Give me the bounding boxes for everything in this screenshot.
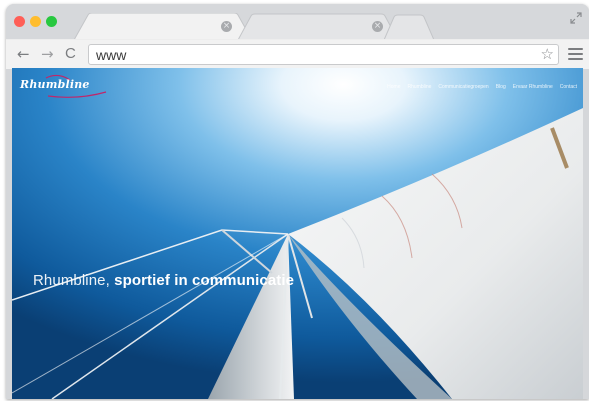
nav-item-contact[interactable]: Contact bbox=[560, 84, 577, 90]
nav-item-rhumbline[interactable]: Rhumbline bbox=[408, 84, 432, 90]
tab-close-icon[interactable]: × bbox=[221, 21, 232, 32]
site-logo[interactable]: Rhumbline bbox=[20, 78, 90, 91]
hero-heading-light: Rhumbline, bbox=[33, 272, 110, 289]
new-tab-button[interactable] bbox=[384, 13, 434, 40]
browser-toolbar: ← → C www ☆ bbox=[6, 39, 589, 69]
back-icon[interactable]: ← bbox=[17, 45, 30, 63]
reload-icon[interactable]: C bbox=[65, 45, 76, 63]
site-navigation: Home Rhumbline Communicatiegroepen Blog … bbox=[387, 84, 577, 90]
tab-inactive[interactable]: × bbox=[238, 13, 398, 40]
nav-item-blog[interactable]: Blog bbox=[496, 84, 506, 90]
nav-item-home[interactable]: Home bbox=[387, 84, 400, 90]
browser-window: × × ← → C www ☆ Rhumbline Home Rhumbline… bbox=[6, 4, 589, 399]
menu-icon[interactable] bbox=[568, 48, 583, 61]
hero-heading-bold: sportief in communicatie bbox=[114, 272, 295, 289]
maximize-window-button[interactable] bbox=[46, 16, 57, 27]
minimize-window-button[interactable] bbox=[30, 16, 41, 27]
forward-icon[interactable]: → bbox=[41, 45, 54, 63]
fullscreen-icon[interactable] bbox=[569, 11, 583, 25]
hero-heading: Rhumbline, sportief in communicatie bbox=[33, 272, 294, 289]
window-controls bbox=[14, 16, 57, 27]
close-window-button[interactable] bbox=[14, 16, 25, 27]
bookmark-star-icon[interactable]: ☆ bbox=[541, 45, 554, 64]
hero-sail-image bbox=[12, 68, 583, 399]
url-text[interactable]: www bbox=[96, 46, 126, 64]
nav-item-communicatiegroepen[interactable]: Communicatiegroepen bbox=[438, 84, 488, 90]
tab-bar: × × bbox=[6, 4, 589, 40]
tab-close-icon[interactable]: × bbox=[372, 21, 383, 32]
address-bar[interactable]: www ☆ bbox=[88, 44, 559, 65]
nav-item-ervaar-rhumbline[interactable]: Ervaar Rhumbline bbox=[513, 84, 553, 90]
web-page: Rhumbline Home Rhumbline Communicatiegro… bbox=[12, 68, 583, 399]
tab-active[interactable]: × bbox=[74, 13, 252, 40]
